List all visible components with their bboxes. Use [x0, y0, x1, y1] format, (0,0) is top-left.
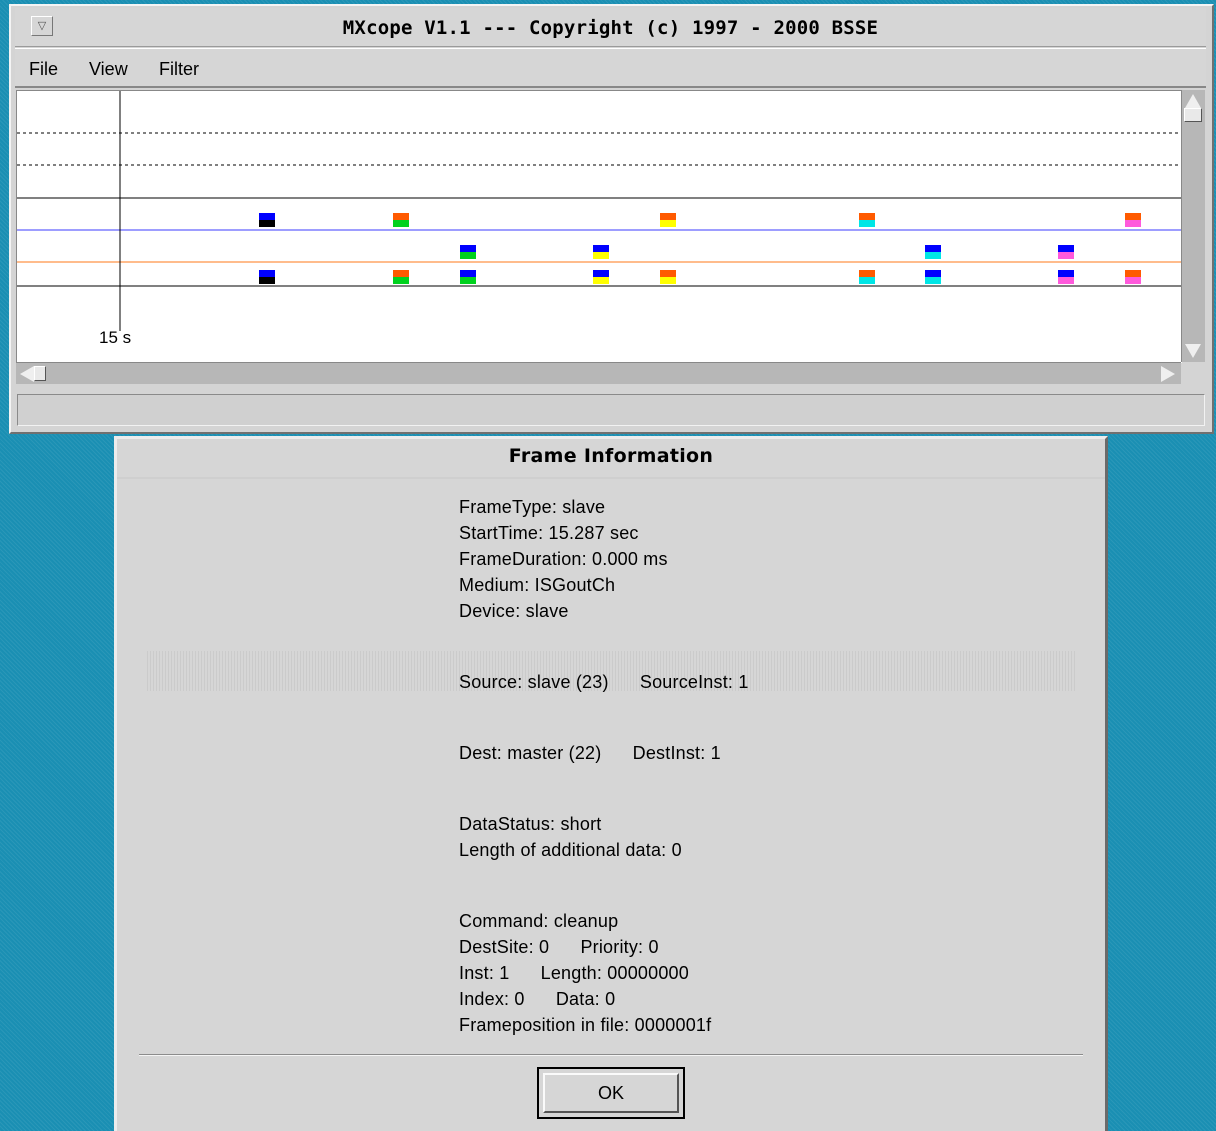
frame-marker-top: [660, 270, 676, 277]
info-data-status: DataStatus: short: [459, 814, 602, 834]
frame-marker-bottom: [925, 252, 941, 259]
ok-button-label: OK: [543, 1073, 679, 1113]
frame-marker-bottom: [1125, 220, 1141, 227]
ok-button[interactable]: OK: [537, 1067, 685, 1119]
frame-marker-top: [925, 245, 941, 252]
menu-bar: File View Filter: [15, 48, 1206, 88]
horizontal-scrollbar[interactable]: [16, 362, 1181, 384]
frame-marker[interactable]: [925, 245, 941, 259]
frame-marker-top: [1058, 270, 1074, 277]
timeline-plot[interactable]: 15 s: [16, 90, 1182, 363]
frame-marker[interactable]: [460, 245, 476, 259]
frame-marker-top: [460, 270, 476, 277]
info-command: Command: cleanup: [459, 911, 619, 931]
frame-markers[interactable]: [259, 213, 1141, 284]
frame-marker-bottom: [660, 277, 676, 284]
scroll-right-arrow-icon[interactable]: [1161, 366, 1175, 382]
frame-marker-bottom: [593, 277, 609, 284]
frame-marker-top: [593, 270, 609, 277]
time-cursor-label: 15 s: [99, 328, 131, 347]
frame-marker-top: [1125, 213, 1141, 220]
frame-marker[interactable]: [460, 270, 476, 284]
frame-marker[interactable]: [393, 270, 409, 284]
timeline-canvas: 15 s: [17, 91, 1182, 347]
frame-marker[interactable]: [259, 270, 275, 284]
frame-marker-bottom: [1058, 277, 1074, 284]
frame-marker-bottom: [1058, 252, 1074, 259]
info-frame-position: Frameposition in file: 0000001f: [459, 1015, 712, 1035]
frame-marker[interactable]: [393, 213, 409, 227]
vertical-scroll-thumb[interactable]: [1184, 108, 1202, 122]
frame-marker-top: [393, 213, 409, 220]
frame-marker[interactable]: [593, 245, 609, 259]
scroll-left-arrow-icon[interactable]: [20, 366, 34, 382]
info-inst: Inst: 1 Length: 00000000: [459, 963, 689, 983]
info-dest-site: DestSite: 0 Priority: 0: [459, 937, 659, 957]
frame-marker[interactable]: [593, 270, 609, 284]
vertical-scrollbar[interactable]: [1181, 90, 1205, 362]
dialog-title: Frame Information: [508, 445, 714, 467]
frame-marker-bottom: [660, 220, 676, 227]
frame-marker-top: [593, 245, 609, 252]
info-frame-type: FrameType: slave: [459, 497, 606, 517]
info-additional-length: Length of additional data: 0: [459, 840, 682, 860]
frame-marker-bottom: [1125, 277, 1141, 284]
status-bar: [17, 394, 1205, 426]
frame-marker-top: [460, 245, 476, 252]
frame-marker[interactable]: [1125, 213, 1141, 227]
frame-marker-bottom: [393, 277, 409, 284]
frame-marker-top: [393, 270, 409, 277]
frame-marker[interactable]: [1058, 270, 1074, 284]
frame-marker[interactable]: [925, 270, 941, 284]
info-dest: Dest: master (22) DestInst: 1: [459, 743, 721, 763]
frame-marker-top: [660, 213, 676, 220]
frame-marker-bottom: [925, 277, 941, 284]
menu-file[interactable]: File: [29, 59, 58, 80]
horizontal-scroll-thumb[interactable]: [34, 366, 46, 381]
frame-marker-bottom: [259, 220, 275, 227]
frame-marker-bottom: [460, 252, 476, 259]
scroll-up-arrow-icon[interactable]: [1185, 94, 1201, 108]
info-medium: Medium: ISGoutCh: [459, 575, 616, 595]
info-start-time: StartTime: 15.287 sec: [459, 523, 639, 543]
frame-marker-bottom: [393, 220, 409, 227]
info-index: Index: 0 Data: 0: [459, 989, 616, 1009]
frame-marker-top: [859, 213, 875, 220]
frame-marker[interactable]: [660, 270, 676, 284]
frame-marker-bottom: [460, 277, 476, 284]
frame-marker[interactable]: [1058, 245, 1074, 259]
frame-marker-bottom: [259, 277, 275, 284]
window-title: MXcope V1.1 --- Copyright (c) 1997 - 200…: [342, 17, 879, 39]
frame-marker[interactable]: [859, 213, 875, 227]
frame-information-dialog: Frame Information FrameType: slave Start…: [114, 436, 1108, 1131]
frame-marker-bottom: [593, 252, 609, 259]
dialog-title-divider: [117, 477, 1105, 479]
frame-marker-top: [1058, 245, 1074, 252]
menu-filter[interactable]: Filter: [159, 59, 199, 80]
menu-view[interactable]: View: [89, 59, 128, 80]
frame-marker-top: [259, 270, 275, 277]
info-device: Device: slave: [459, 601, 569, 621]
frame-marker[interactable]: [859, 270, 875, 284]
title-bar[interactable]: ▽ MXcope V1.1 --- Copyright (c) 1997 - 2…: [15, 8, 1206, 47]
frame-marker-top: [859, 270, 875, 277]
frame-marker-bottom: [859, 220, 875, 227]
mxcope-main-window: ▽ MXcope V1.1 --- Copyright (c) 1997 - 2…: [9, 4, 1214, 434]
frame-marker[interactable]: [259, 213, 275, 227]
frame-marker-top: [925, 270, 941, 277]
frame-marker[interactable]: [660, 213, 676, 227]
info-frame-duration: FrameDuration: 0.000 ms: [459, 549, 668, 569]
frame-marker-top: [1125, 270, 1141, 277]
scroll-down-arrow-icon[interactable]: [1185, 344, 1201, 358]
frame-marker[interactable]: [1125, 270, 1141, 284]
dialog-button-divider: [139, 1054, 1083, 1056]
frame-marker-bottom: [859, 277, 875, 284]
info-source: Source: slave (23) SourceInst: 1: [459, 672, 749, 692]
frame-marker-top: [259, 213, 275, 220]
